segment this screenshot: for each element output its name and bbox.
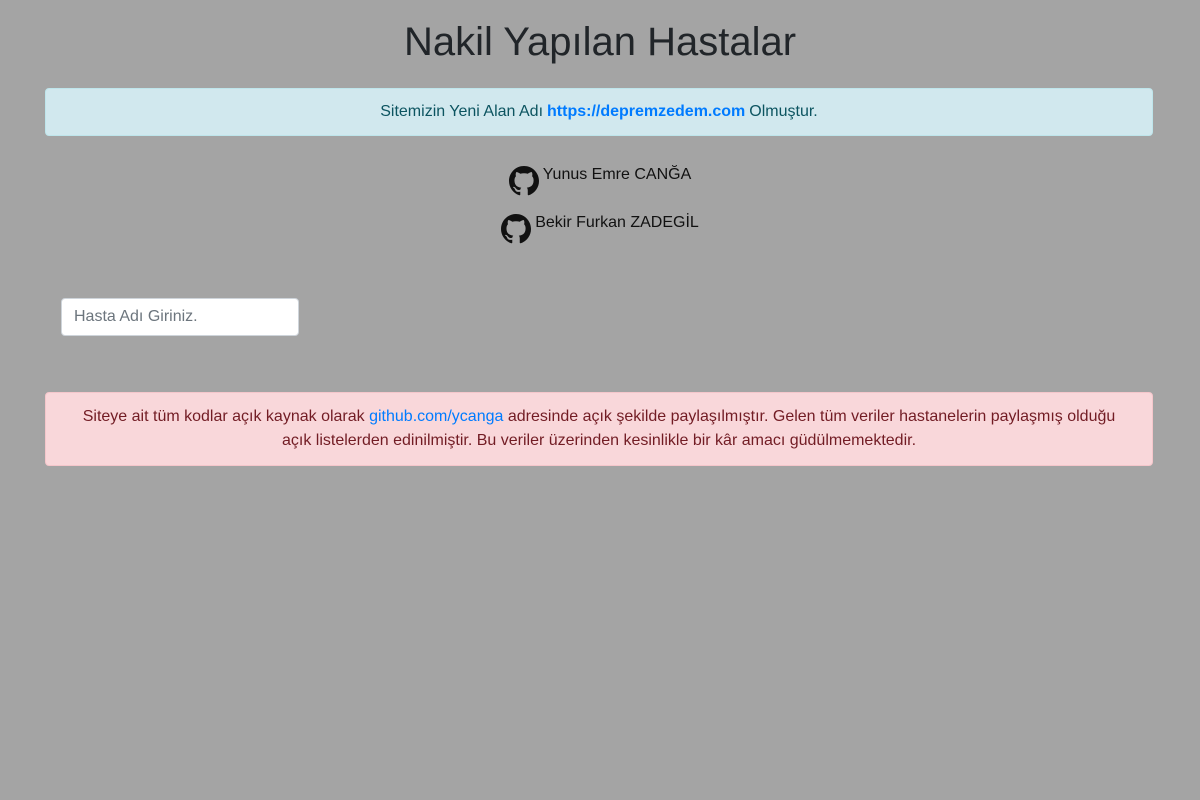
page-title: Nakil Yapılan Hastalar	[403, 20, 797, 64]
info-alert-suffix: Olmuştur.	[749, 103, 818, 120]
info-alert-prefix: Sitemizin Yeni Alan Adı	[380, 103, 544, 120]
page: Nakil Yapılan Hastalar Sitemizin Yeni Al…	[0, 0, 1200, 800]
author-link-bekir[interactable]: Bekir Furkan ZADEGİL	[0, 210, 1200, 244]
patient-search-input[interactable]	[61, 298, 299, 336]
disclaimer-text-start: Siteye ait tüm kodlar açık kaynak olarak	[82, 408, 365, 425]
author-link-yunus[interactable]: Yunus Emre CANĞA	[0, 162, 1200, 196]
domain-info-alert: Sitemizin Yeni Alan Adı https://depremze…	[45, 88, 1153, 136]
github-icon	[508, 166, 539, 196]
disclaimer-alert: Siteye ait tüm kodlar açık kaynak olarak…	[45, 392, 1153, 466]
author-name: Yunus Emre CANĞA	[542, 166, 692, 183]
github-icon	[501, 214, 532, 244]
new-domain-link[interactable]: https://depremzedem.com	[547, 103, 745, 121]
github-repo-link[interactable]: github.com/ycanga	[369, 408, 503, 425]
author-name: Bekir Furkan ZADEGİL	[535, 214, 699, 231]
